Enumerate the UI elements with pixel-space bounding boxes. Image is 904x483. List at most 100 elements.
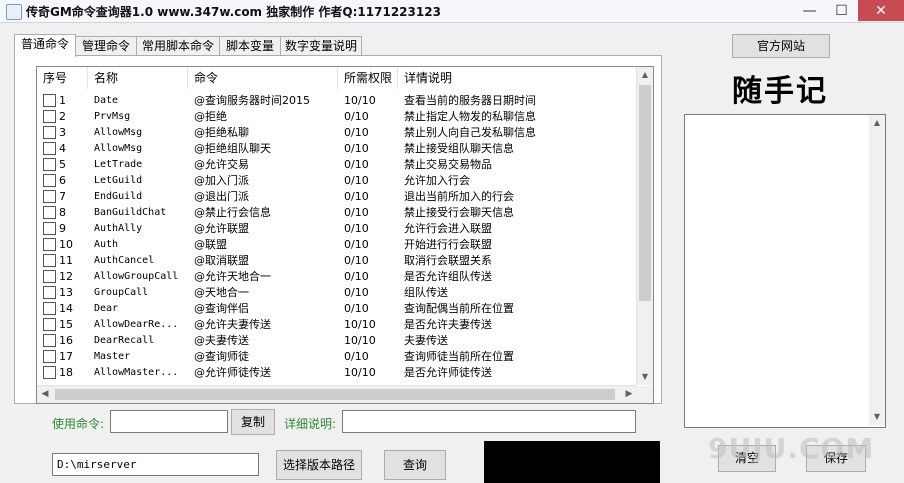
row-checkbox[interactable] (43, 334, 56, 347)
notes-scrollbar[interactable]: ▲ ▼ (869, 115, 885, 425)
table-row[interactable]: 5 LetTrade @允许交易 0/10 禁止交易交易物品 (37, 157, 637, 173)
cell-no: 12 (59, 270, 73, 283)
row-checkbox[interactable] (43, 366, 56, 379)
hscroll-thumb[interactable] (55, 389, 615, 400)
column-header-description[interactable]: 详情说明 (398, 67, 637, 89)
cell-name: PrvMsg (94, 111, 131, 122)
row-checkbox[interactable] (43, 174, 56, 187)
close-button[interactable]: ✕ (858, 0, 904, 21)
table-header: 序号 名称 命令 所需权限 详情说明 (37, 67, 637, 89)
table-row[interactable]: 14 Dear @查询伴侣 0/10 查询配偶当前所在位置 (37, 301, 637, 317)
scroll-left-arrow-icon[interactable]: ◀ (37, 386, 53, 403)
table-vertical-scrollbar[interactable]: ▲ ▼ (636, 67, 653, 385)
cell-name: AuthCancel (94, 255, 155, 266)
table-row[interactable]: 13 GroupCall @天地合一 0/10 组队传送 (37, 285, 637, 301)
notes-heading: 随手记 (732, 74, 828, 109)
use-command-input[interactable] (110, 410, 228, 433)
cell-name: LetTrade (94, 159, 143, 170)
table-row[interactable]: 1 Date @查询服务器时间2015 10/10 查看当前的服务器日期时间 (37, 93, 637, 109)
table-row[interactable]: 10 Auth @联盟 0/10 开始进行行会联盟 (37, 237, 637, 253)
row-checkbox[interactable] (43, 302, 56, 315)
table-row[interactable]: 11 AuthCancel @取消联盟 0/10 取消行会联盟关系 (37, 253, 637, 269)
table-row[interactable]: 17 Master @查询师徒 0/10 查询师徒当前所在位置 (37, 349, 637, 365)
table-row[interactable]: 6 LetGuild @加入门派 0/10 允许加入行会 (37, 173, 637, 189)
cell-cmd: @查询师徒 (194, 350, 249, 363)
scroll-thumb[interactable] (639, 85, 651, 301)
cell-no: 14 (59, 302, 73, 315)
tab-number-variables[interactable]: 数字变量说明 (280, 36, 362, 56)
tab-script-commands[interactable]: 常用脚本命令 (136, 36, 220, 56)
row-checkbox[interactable] (43, 270, 56, 283)
tab-script-variables[interactable]: 脚本变量 (219, 36, 281, 56)
cell-no: 2 (59, 110, 66, 123)
cell-perm: 0/10 (344, 110, 369, 123)
row-checkbox[interactable] (43, 350, 56, 363)
table-row[interactable]: 8 BanGuildChat @禁止行会信息 0/10 禁止接受行会聊天信息 (37, 205, 637, 221)
cell-name: AllowMsg (94, 143, 143, 154)
cell-no: 11 (59, 254, 73, 267)
official-website-button[interactable]: 官方网站 (732, 34, 830, 58)
table-row[interactable]: 12 AllowGroupCall @允许天地合一 0/10 是否允许组队传送 (37, 269, 637, 285)
row-checkbox[interactable] (43, 318, 56, 331)
cell-perm: 10/10 (344, 94, 376, 107)
column-header-permission[interactable]: 所需权限 (338, 67, 398, 89)
table-row[interactable]: 4 AllowMsg @拒绝组队聊天 0/10 禁止接受组队聊天信息 (37, 141, 637, 157)
row-checkbox[interactable] (43, 190, 56, 203)
detail-input[interactable] (342, 410, 636, 433)
row-checkbox[interactable] (43, 126, 56, 139)
table-row[interactable]: 7 EndGuild @退出门派 0/10 退出当前所加入的行会 (37, 189, 637, 205)
table-row[interactable]: 15 AllowDearRe... @允许夫妻传送 10/10 是否允许夫妻传送 (37, 317, 637, 333)
cell-name: AllowMaster... (94, 367, 179, 378)
row-checkbox[interactable] (43, 110, 56, 123)
row-checkbox[interactable] (43, 286, 56, 299)
cell-name: AllowMsg (94, 127, 143, 138)
table-row[interactable]: 2 PrvMsg @拒绝 0/10 禁止指定人物发的私聊信息 (37, 109, 637, 125)
cell-desc: 夫妻传送 (404, 334, 448, 347)
table-row[interactable]: 16 DearRecall @夫妻传送 10/10 夫妻传送 (37, 333, 637, 349)
column-header-command[interactable]: 命令 (188, 67, 338, 89)
cell-name: AllowDearRe... (94, 319, 179, 330)
scroll-up-arrow-icon[interactable]: ▲ (637, 67, 653, 83)
copy-button[interactable]: 复制 (231, 409, 275, 435)
select-path-button[interactable]: 选择版本路径 (276, 450, 362, 480)
row-checkbox[interactable] (43, 206, 56, 219)
table-row[interactable]: 9 AuthAlly @允许联盟 0/10 允许行会进入联盟 (37, 221, 637, 237)
scroll-right-arrow-icon[interactable]: ▶ (621, 386, 637, 403)
table-horizontal-scrollbar[interactable]: ◀ ▶ (37, 385, 637, 403)
tab-normal-commands[interactable]: 普通命令 (14, 34, 76, 57)
cell-no: 1 (59, 94, 66, 107)
cell-perm: 10/10 (344, 366, 376, 379)
tab-admin-commands[interactable]: 管理命令 (75, 36, 137, 56)
cell-cmd: @拒绝私聊 (194, 126, 249, 139)
row-checkbox[interactable] (43, 94, 56, 107)
notes-scroll-up-icon[interactable]: ▲ (869, 115, 885, 131)
row-checkbox[interactable] (43, 238, 56, 251)
row-checkbox[interactable] (43, 142, 56, 155)
command-table[interactable]: 序号 名称 命令 所需权限 详情说明 1 Date @查询服务器时间2015 10/1… (36, 66, 654, 404)
maximize-button[interactable]: ☐ (826, 0, 857, 21)
table-row[interactable]: 18 AllowMaster... @允许师徒传送 10/10 是否允许师徒传送 (37, 365, 637, 381)
notes-scroll-down-icon[interactable]: ▼ (869, 409, 885, 425)
cell-no: 15 (59, 318, 73, 331)
cell-cmd: @查询伴侣 (194, 302, 249, 315)
table-row[interactable]: 3 AllowMsg @拒绝私聊 0/10 禁止别人向自己发私聊信息 (37, 125, 637, 141)
cell-perm: 0/10 (344, 238, 369, 251)
cell-no: 5 (59, 158, 66, 171)
cell-no: 3 (59, 126, 66, 139)
notes-textarea[interactable]: ▲ ▼ (684, 114, 886, 428)
cell-cmd: @加入门派 (194, 174, 249, 187)
query-button[interactable]: 查询 (384, 450, 446, 480)
column-header-no[interactable]: 序号 (37, 67, 88, 89)
column-header-name[interactable]: 名称 (88, 67, 188, 89)
cell-desc: 是否允许组队传送 (404, 270, 492, 283)
cell-cmd: @允许联盟 (194, 222, 249, 235)
server-path-input[interactable] (52, 453, 259, 476)
cell-no: 6 (59, 174, 66, 187)
cell-perm: 0/10 (344, 142, 369, 155)
row-checkbox[interactable] (43, 254, 56, 267)
scroll-down-arrow-icon[interactable]: ▼ (637, 369, 653, 385)
row-checkbox[interactable] (43, 158, 56, 171)
minimize-button[interactable]: — (794, 0, 825, 21)
cell-name: Master (94, 351, 131, 362)
row-checkbox[interactable] (43, 222, 56, 235)
